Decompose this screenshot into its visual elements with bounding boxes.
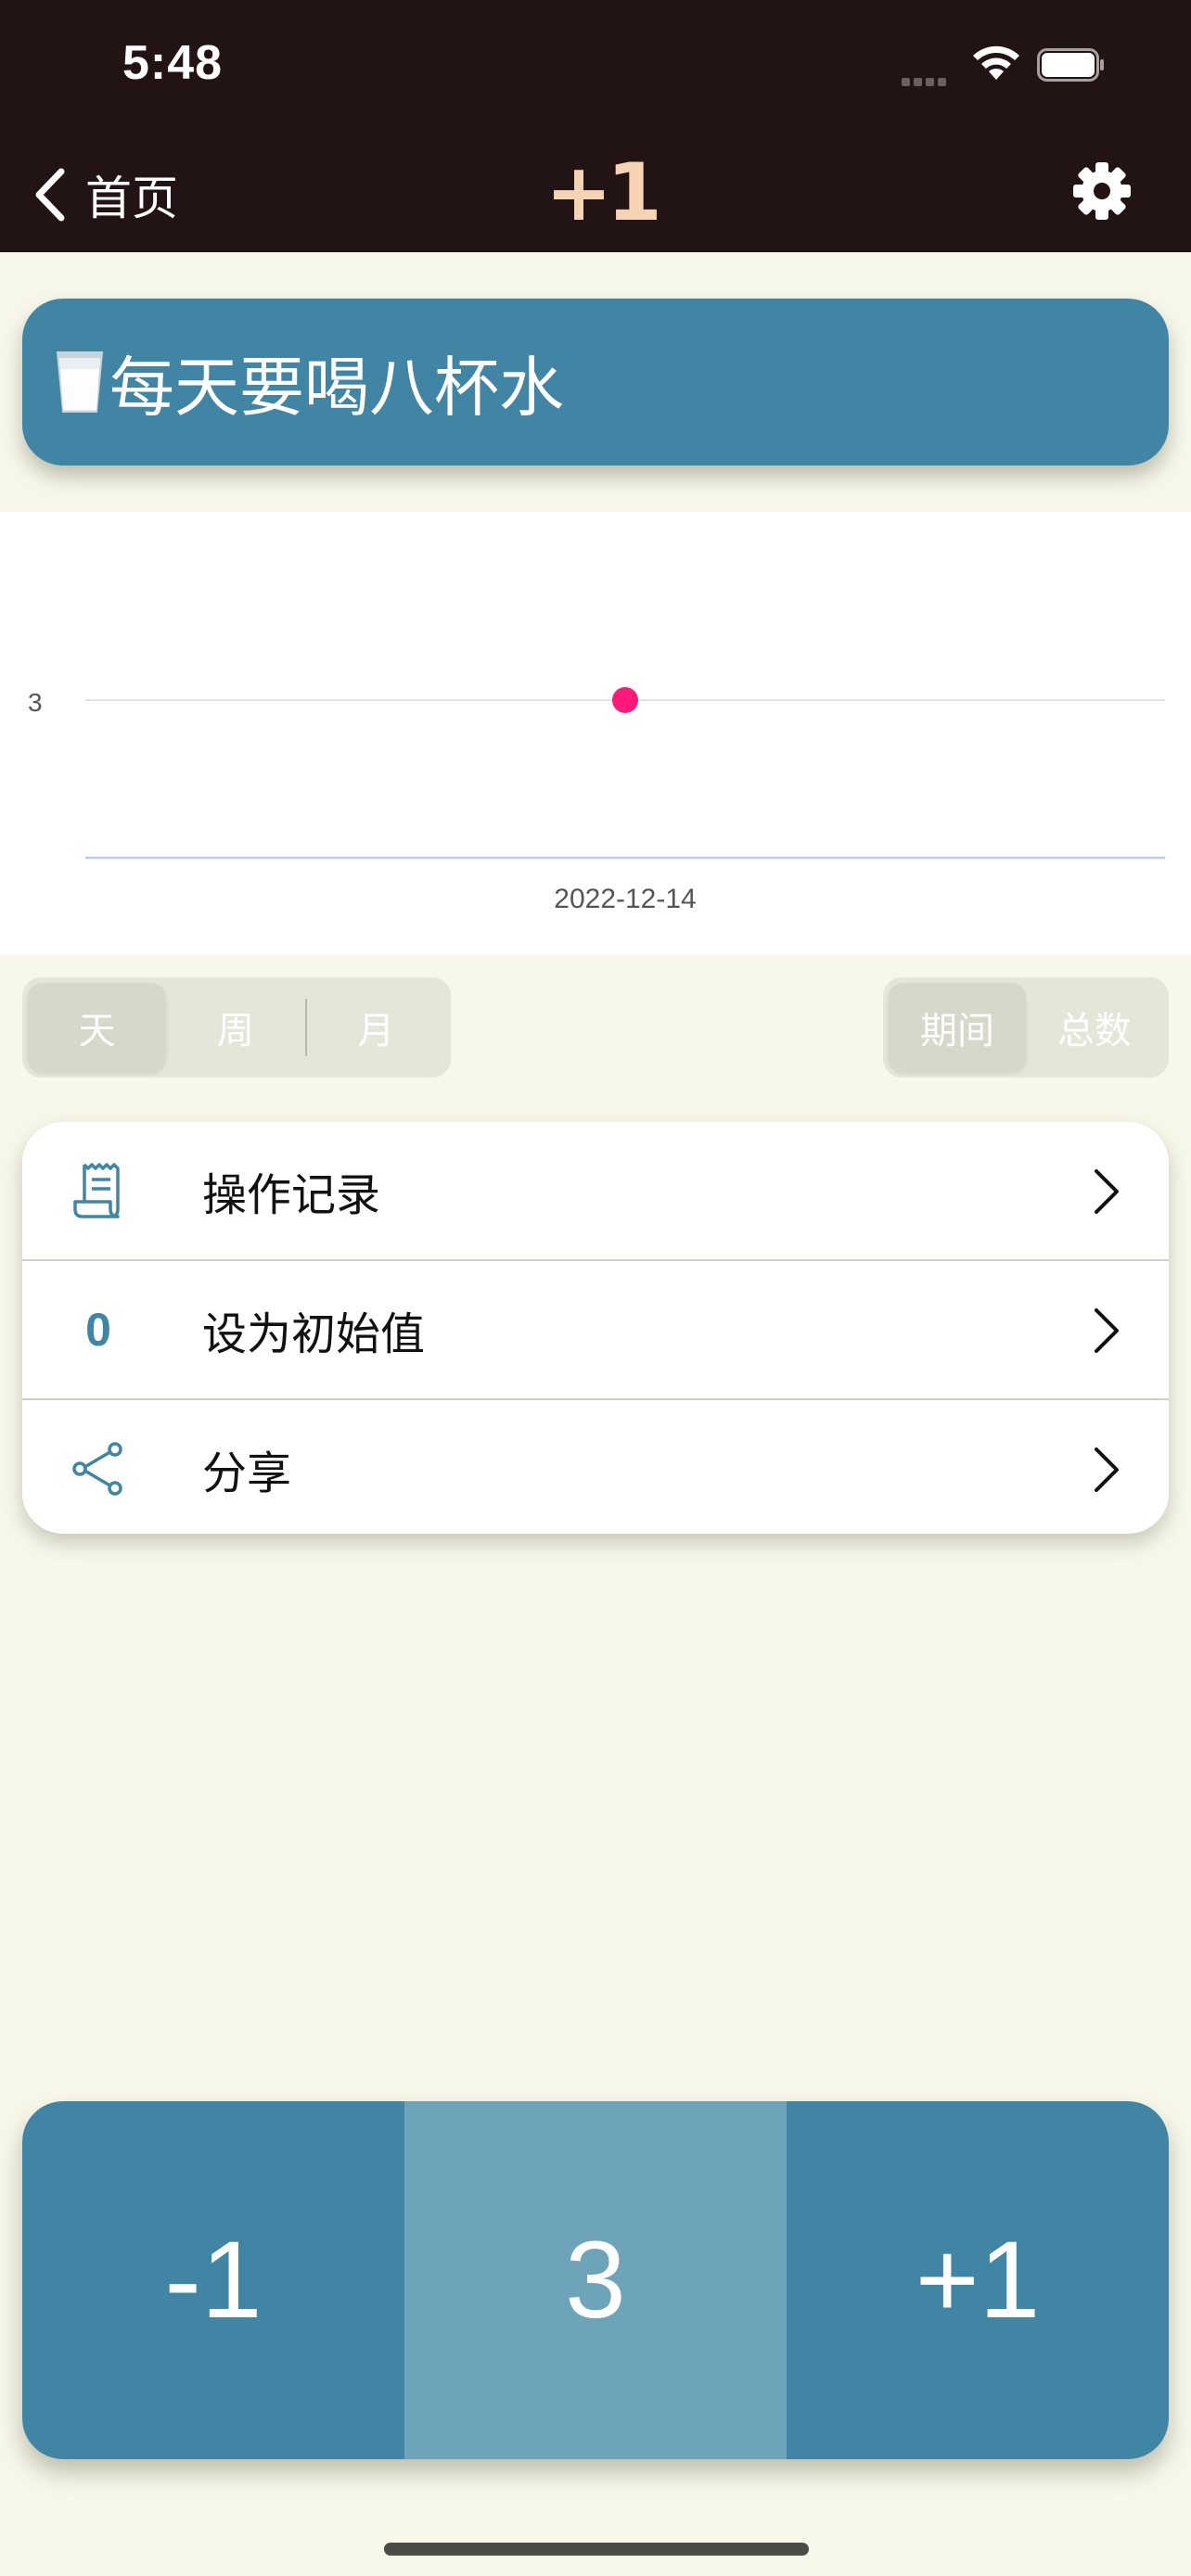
tab-month[interactable]: 月 [307, 983, 445, 1072]
home-indicator [384, 2543, 809, 2556]
navigation-bar: 首页 +1 [0, 121, 1191, 252]
share-icon [72, 1442, 122, 1496]
mode-segmented-control: 期间 总数 [883, 977, 1169, 1078]
receipt-icon [73, 1163, 120, 1218]
back-label: 首页 [85, 172, 178, 225]
menu-label-set-initial: 设为初始值 [202, 1308, 426, 1360]
counter-title: 每天要喝八杯水 [109, 349, 564, 426]
chart: 3 2022-12-14 [28, 687, 1165, 914]
range-segmented-control: 天 周 月 [22, 977, 451, 1078]
counter-panel: -1 3 +1 [22, 2101, 1169, 2459]
chevron-right-icon [1095, 1447, 1119, 1492]
increment-button[interactable]: +1 [787, 2101, 1169, 2459]
chart-point [612, 687, 638, 713]
menu-item-set-initial[interactable]: 0 设为初始值 [22, 1259, 1169, 1398]
menu-label-share: 分享 [202, 1447, 292, 1499]
tab-total[interactable]: 总数 [1026, 983, 1163, 1072]
status-time: 5:48 [122, 36, 224, 90]
menu-item-history[interactable]: 操作记录 [22, 1122, 1169, 1259]
wifi-icon [973, 45, 1019, 80]
tab-day[interactable]: 天 [28, 983, 167, 1072]
app-logo: +1 [545, 147, 662, 239]
counter-title-card[interactable]: 每天要喝八杯水 [22, 299, 1169, 465]
milk-glass-icon [56, 351, 104, 413]
tab-period[interactable]: 期间 [889, 983, 1026, 1072]
chevron-right-icon [1095, 1169, 1119, 1214]
back-button[interactable]: 首页 [33, 161, 178, 228]
menu-label-history: 操作记录 [202, 1169, 381, 1221]
action-menu: 操作记录 0 设为初始值 分享 [22, 1122, 1169, 1534]
chevron-left-icon [35, 168, 65, 222]
gear-icon[interactable] [1072, 161, 1132, 221]
zero-icon: 0 [85, 1304, 111, 1356]
tab-week[interactable]: 周 [166, 983, 304, 1072]
chevron-right-icon [1095, 1308, 1119, 1353]
status-bar: 5:48 [0, 0, 1191, 121]
cellular-signal-icon [902, 72, 950, 90]
battery-icon [1037, 48, 1104, 82]
chart-y-tick-label: 3 [28, 688, 43, 717]
decrement-button[interactable]: -1 [22, 2101, 404, 2459]
chart-x-tick-label: 2022-12-14 [554, 884, 696, 914]
menu-item-share[interactable]: 分享 [22, 1398, 1169, 1534]
chart-area: 3 2022-12-14 [0, 512, 1191, 955]
count-display: 3 [404, 2101, 787, 2459]
